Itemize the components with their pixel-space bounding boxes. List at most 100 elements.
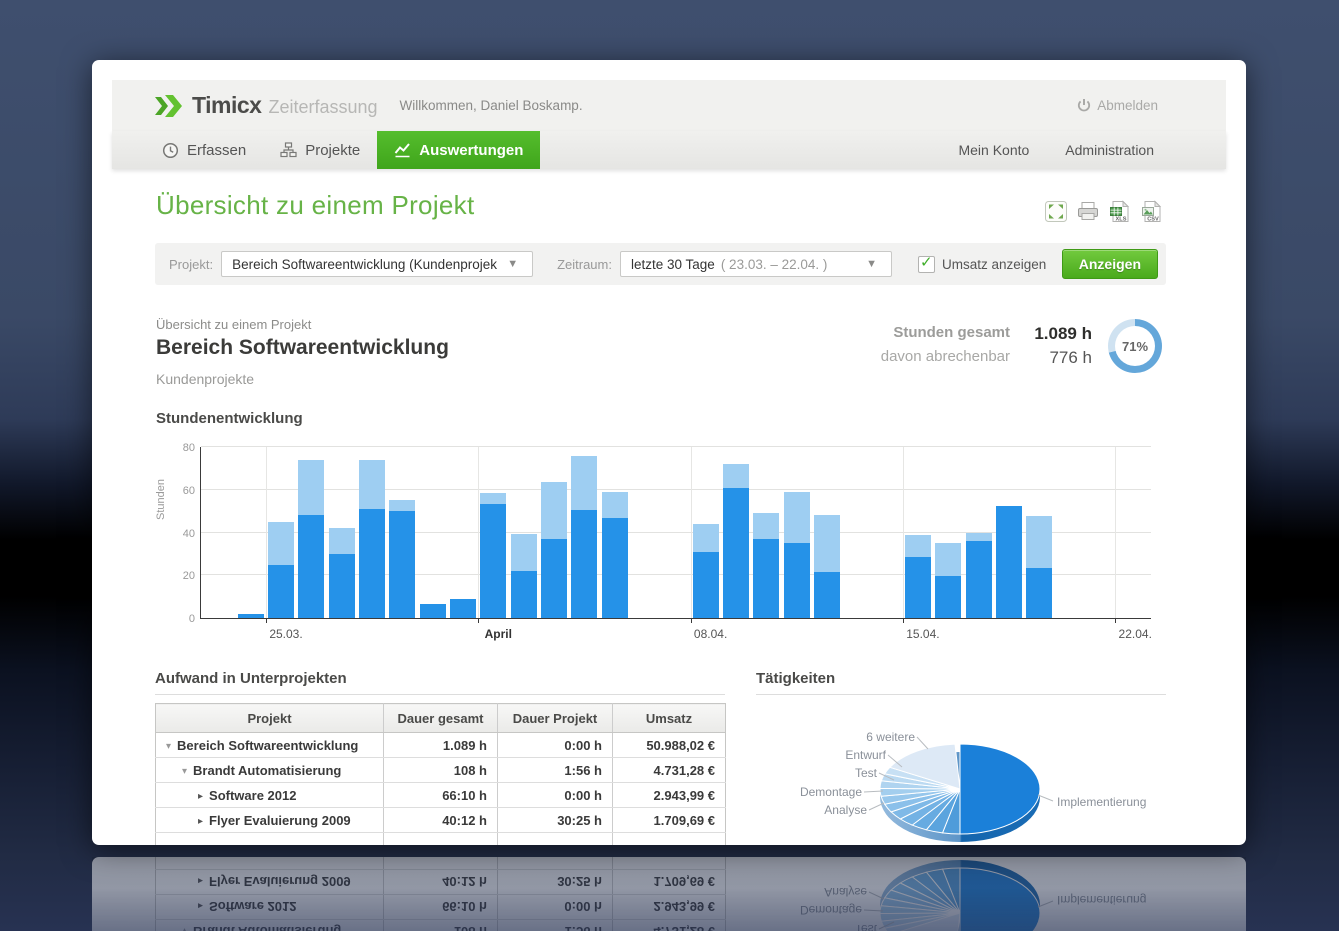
- billable-segment: [692, 551, 719, 618]
- expand-icon[interactable]: ▸: [198, 791, 203, 802]
- hours-bar: [995, 505, 1022, 618]
- welcome-text: Willkommen, Daniel Boskamp.: [399, 98, 583, 113]
- pie-label-layer: Implementierung Analyse Demontage Test Entwu…: [756, 670, 1166, 845]
- pie-slice-label: 6 weitere: [866, 730, 915, 744]
- fullscreen-icon[interactable]: [1044, 200, 1068, 228]
- umsatz-checkbox[interactable]: ✓: [917, 254, 935, 273]
- sitemap-icon: [280, 142, 297, 158]
- tab-auswertungen[interactable]: Auswertungen: [377, 131, 541, 169]
- clock-icon: [162, 142, 179, 158]
- tab-projekte[interactable]: Projekte: [263, 131, 377, 169]
- nav-right: Mein Konto Administration: [958, 131, 1154, 169]
- nav-mein-konto[interactable]: Mein Konto: [958, 142, 1029, 158]
- x-axis-label: April: [484, 627, 512, 641]
- nav-administration[interactable]: Administration: [1065, 142, 1154, 158]
- gridline: [266, 447, 267, 618]
- col-projekt[interactable]: Projekt: [155, 703, 384, 733]
- gridline: [690, 447, 692, 618]
- hours-chart-plot: 0 20 40 60 80 25.03. April 08.04. 15.04. 22.04.: [183, 442, 1152, 641]
- nonbillable-segment: [358, 459, 385, 509]
- export-toolbar: XLS CSV: [1044, 200, 1164, 228]
- project-group: Kundenprojekte: [156, 371, 255, 387]
- hours-bar: [753, 513, 780, 618]
- hours-bar: [935, 543, 962, 618]
- empty-cell: [155, 832, 384, 845]
- x-axis-label: 25.03.: [269, 627, 303, 641]
- hours-bar: [904, 534, 931, 618]
- nonbillable-segment: [267, 521, 294, 565]
- billable-segment: [419, 604, 446, 618]
- duration-total-cell: 1.089 h: [383, 732, 498, 758]
- period-select[interactable]: letzte 30 Tage( 23.03. – 22.04. ) ▼: [619, 251, 892, 277]
- duration-project-cell: 1:56 h: [497, 757, 613, 783]
- col-dauer-projekt[interactable]: Dauer Projekt: [497, 703, 613, 733]
- chevron-down-icon: ▼: [866, 258, 877, 270]
- empty-cell: [497, 832, 613, 845]
- logo-subtitle: Zeiterfassung: [268, 97, 378, 117]
- billable-segment: [601, 517, 628, 618]
- print-icon[interactable]: [1076, 200, 1100, 228]
- subproject-row[interactable]: ▸ Flyer Evaluierung 2009 40:12 h 30:25 h 1.7…: [155, 807, 726, 833]
- power-icon: [1078, 99, 1091, 112]
- subproject-row[interactable]: ▾ Bereich Softwareentwicklung 1.089 h 0:00 …: [155, 732, 726, 758]
- subproject-row[interactable]: ▾ Brandt Automatisierung 108 h 1:56 h 4.731,…: [155, 757, 726, 783]
- main-nav: Erfassen Projekte Auswertungen Mein Kont…: [112, 131, 1226, 169]
- billable-segment: [540, 538, 567, 618]
- y-axis-title: Stunden: [155, 479, 167, 520]
- umsatz-checkbox-label: Umsatz anzeigen: [941, 256, 1047, 272]
- nonbillable-segment: [298, 459, 325, 516]
- tab-erfassen[interactable]: Erfassen: [145, 131, 263, 169]
- umsatz-checkbox-row[interactable]: ✓ Umsatz anzeigen: [917, 254, 1047, 273]
- pie-slice-label: Entwurf: [845, 748, 886, 762]
- project-overview: Übersicht zu einem Projekt Bereich Softw…: [156, 317, 1162, 387]
- revenue-cell: 50.988,02 €: [612, 732, 726, 758]
- hours-stats: Stunden gesamt 1.089 h davon abrechenbar…: [881, 319, 1162, 373]
- anzeigen-button[interactable]: Anzeigen: [1061, 249, 1158, 279]
- nonbillable-segment: [722, 464, 749, 488]
- collapse-icon[interactable]: ▾: [166, 741, 171, 752]
- pie-slice-label: Demontage: [799, 785, 862, 799]
- export-xls-icon[interactable]: XLS: [1108, 200, 1132, 228]
- billable-segment: [1026, 567, 1053, 618]
- y-axis-tick-label: 80: [182, 442, 195, 454]
- project-name: Bereich Softwareentwicklung: [156, 336, 449, 359]
- project-select[interactable]: Bereich Softwareentwicklung (Kundenproje…: [221, 251, 534, 277]
- hours-bar: [358, 459, 385, 618]
- total-hours-label: Stunden gesamt: [893, 324, 1010, 341]
- subproject-row[interactable]: ▸ Software 2012 66:10 h 0:00 h 2.943,99 €: [155, 782, 726, 808]
- project-filter-label: Projekt:: [169, 256, 214, 272]
- nonbillable-segment: [935, 543, 962, 577]
- expand-icon[interactable]: ▸: [198, 816, 203, 827]
- col-umsatz[interactable]: Umsatz: [612, 703, 726, 733]
- gridline: [1115, 447, 1117, 618]
- nonbillable-segment: [601, 491, 628, 518]
- revenue-cell: 1.709,69 €: [612, 807, 726, 833]
- project-name-cell: ▾ Bereich Softwareentwicklung: [155, 732, 384, 758]
- table-header-row: Projekt Dauer gesamt Dauer Projekt Umsat…: [155, 703, 726, 733]
- xls-label: XLS: [1116, 217, 1127, 223]
- nonbillable-segment: [328, 528, 355, 554]
- col-dauer-gesamt[interactable]: Dauer gesamt: [383, 703, 498, 733]
- nonbillable-segment: [571, 455, 598, 511]
- billable-segment: [298, 515, 325, 618]
- project-name-cell: ▸ Flyer Evaluierung 2009: [155, 807, 384, 833]
- period-select-value: letzte 30 Tage( 23.03. – 22.04. ): [630, 256, 828, 272]
- logout-button[interactable]: Abmelden: [1077, 98, 1158, 113]
- y-axis-tick-label: 60: [182, 484, 195, 497]
- billable-segment: [480, 503, 507, 618]
- billable-segment: [571, 510, 598, 618]
- billable-segment: [935, 576, 962, 618]
- collapse-icon[interactable]: ▾: [182, 766, 187, 777]
- subproject-name: Flyer Evaluierung 2009: [209, 812, 351, 828]
- billable-segment: [267, 564, 294, 618]
- x-axis-label: 08.04.: [693, 627, 728, 641]
- empty-cell: [383, 832, 498, 845]
- subprojects-heading: Aufwand in Unterprojekten: [155, 670, 725, 695]
- gridline: [201, 488, 1151, 490]
- billable-segment: [813, 572, 840, 618]
- hours-bar: [328, 528, 355, 618]
- page-title: Übersicht zu einem Projekt: [156, 190, 475, 220]
- billable-segment: [904, 557, 931, 618]
- export-csv-icon[interactable]: CSV: [1140, 200, 1164, 228]
- x-axis-tick: [478, 618, 480, 623]
